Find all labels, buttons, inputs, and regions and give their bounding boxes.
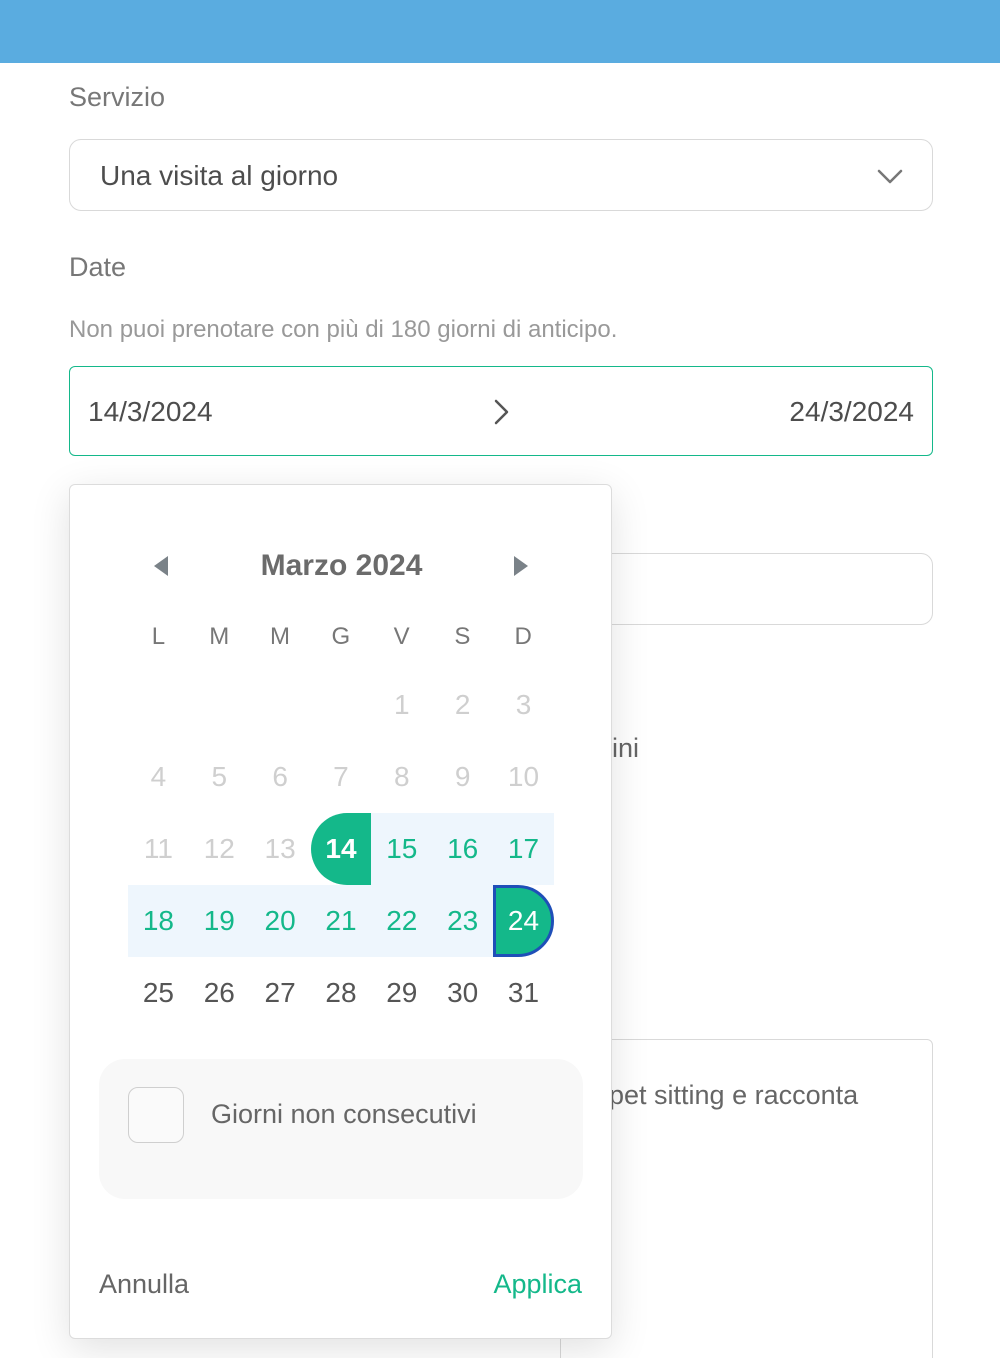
background-textarea-text: pet sitting e racconta [609, 1080, 859, 1110]
weekday-label: V [393, 623, 410, 650]
calendar-day-16[interactable]: 16 [432, 813, 494, 885]
non-consecutive-label: Giorni non consecutivi [211, 1099, 477, 1129]
service-select-value: Una visita al giorno [100, 160, 339, 191]
calendar-week-row: 25 26 27 28 29 30 31 [128, 957, 554, 1029]
triangle-right-icon[interactable] [510, 554, 532, 578]
calendar-day-2: 2 [454, 689, 471, 720]
calendar-day-19[interactable]: 19 [188, 885, 250, 957]
service-label: Servizio [69, 82, 166, 112]
weekday-label: D [514, 623, 532, 650]
calendar-day-3: 3 [515, 689, 532, 720]
weekday-label: M [269, 623, 290, 650]
calendar-day-20[interactable]: 20 [249, 885, 311, 957]
calendar-day-30[interactable]: 30 [432, 957, 493, 1029]
cancel-button[interactable]: Annulla [99, 1269, 189, 1300]
weekday-label: L [151, 623, 166, 650]
calendar-day-11: 11 [143, 833, 173, 864]
start-date-value[interactable]: 14/3/2024 [88, 396, 213, 428]
calendar-day-21[interactable]: 21 [310, 885, 372, 957]
date-label: Date [69, 252, 127, 282]
top-bar [0, 0, 1000, 63]
weekday-label: M [209, 623, 230, 650]
weekday-label: G [331, 623, 351, 650]
chevron-down-icon [877, 169, 903, 184]
calendar-day-8: 8 [394, 761, 410, 792]
calendar-day-13: 13 [264, 833, 296, 864]
chevron-right-icon [494, 399, 509, 425]
weekday-label: S [454, 623, 471, 650]
calendar-day-24[interactable]: 24 [493, 885, 554, 957]
non-consecutive-option[interactable]: Giorni non consecutivi [99, 1059, 583, 1199]
calendar-day-26[interactable]: 26 [189, 957, 250, 1029]
calendar-day-31[interactable]: 31 [493, 957, 554, 1029]
calendar-empty-cell [189, 669, 250, 741]
calendar-week-row: 4 5 6 7 8 9 10 [128, 741, 554, 813]
calendar-day-4: 4 [150, 761, 167, 792]
calendar-empty-cell [311, 669, 372, 741]
background-input-field[interactable] [560, 553, 933, 625]
calendar-day-18[interactable]: 18 [128, 885, 189, 957]
end-date-value[interactable]: 24/3/2024 [789, 396, 914, 428]
date-hint: Non puoi prenotare con più di 180 giorni… [69, 316, 618, 343]
calendar-week-row: 1 2 3 [128, 669, 554, 741]
date-picker-popup: Marzo 2024 LMMGVSD 1 2 3 4 5 6 7 8 9 10 11 12 13 14 15… [69, 484, 612, 1339]
background-partial-text: ini [612, 733, 640, 763]
date-range-input[interactable]: 14/3/2024 24/3/2024 [69, 366, 933, 456]
calendar-day-27[interactable]: 27 [250, 957, 311, 1029]
calendar-day-23[interactable]: 23 [432, 885, 494, 957]
weekday-header: LMMGVSD [128, 623, 554, 651]
calendar-day-25[interactable]: 25 [128, 957, 189, 1029]
calendar-day-6: 6 [272, 761, 288, 792]
calendar-day-15[interactable]: 15 [371, 813, 433, 885]
calendar-day-5: 5 [211, 761, 228, 792]
calendar-grid: 1 2 3 4 5 6 7 8 9 10 11 12 13 14 15 16 17 18 19 20 21 22 23 24 2… [128, 669, 554, 1029]
calendar-day-9: 9 [454, 761, 471, 792]
non-consecutive-checkbox[interactable] [128, 1087, 184, 1143]
booking-page: Servizio Una visita al giorno Date Non p… [0, 0, 1000, 1358]
calendar-day-29[interactable]: 29 [371, 957, 432, 1029]
calendar-day-17[interactable]: 17 [493, 813, 554, 885]
service-select[interactable]: Una visita al giorno [69, 139, 933, 211]
calendar-day-22[interactable]: 22 [371, 885, 433, 957]
calendar-day-7: 7 [333, 761, 349, 792]
calendar-empty-cell [128, 669, 189, 741]
calendar-day-14[interactable]: 14 [310, 813, 372, 885]
apply-button[interactable]: Applica [493, 1269, 582, 1300]
calendar-day-12: 12 [203, 833, 235, 864]
calendar-empty-cell [250, 669, 311, 741]
calendar-day-28[interactable]: 28 [311, 957, 372, 1029]
calendar-day-10: 10 [507, 761, 540, 792]
calendar-week-row: 18 19 20 21 22 23 24 [128, 885, 554, 957]
calendar-week-row: 11 12 13 14 15 16 17 [128, 813, 554, 885]
calendar-day-1: 1 [394, 689, 410, 720]
